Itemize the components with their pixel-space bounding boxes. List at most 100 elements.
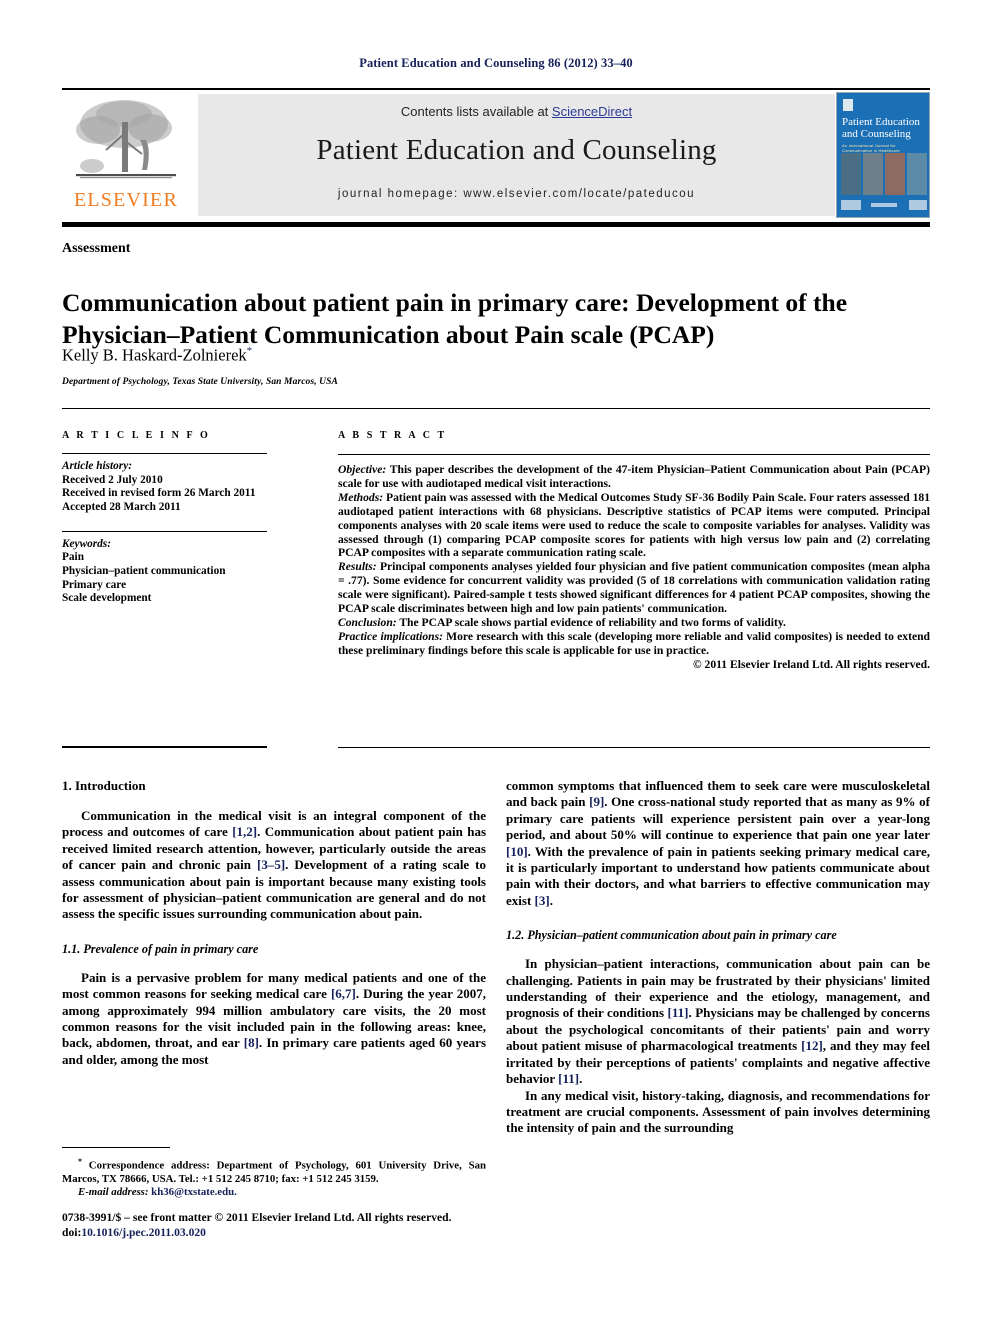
section-heading-physician-patient-communication: 1.2. Physician–patient communication abo… xyxy=(506,928,837,943)
email-link[interactable]: kh36@txstate.edu. xyxy=(148,1186,237,1198)
cover-logo-left xyxy=(841,200,861,210)
article-history-label: Article history: xyxy=(62,460,132,473)
journal-cover-thumbnail[interactable]: Patient Education and Counseling An Inte… xyxy=(836,92,930,218)
abstract-conclusion-label: Conclusion: xyxy=(338,615,397,629)
doi-line: doi:10.1016/j.pec.2011.03.020 xyxy=(62,1226,562,1241)
author-correspondence-marker: * xyxy=(246,345,253,357)
contents-lists-prefix: Contents lists available at xyxy=(400,104,552,119)
keywords-divider xyxy=(62,530,267,532)
text-run: . xyxy=(579,1071,583,1087)
abstract-objective-label: Objective: xyxy=(338,463,387,476)
article-history-item: Received 2 July 2010 xyxy=(62,473,163,486)
abstract-rule-top xyxy=(62,408,930,410)
body-column-left: 1. Introduction Communication in the med… xyxy=(62,778,486,1068)
cover-title: Patient Education and Counseling xyxy=(842,116,920,140)
citation-ref[interactable]: [6,7] xyxy=(331,986,356,1001)
cover-photo-4 xyxy=(907,153,927,195)
citation-ref[interactable]: [9] xyxy=(589,794,604,809)
correspondence-note: * Correspondence address: Department of … xyxy=(62,1155,486,1186)
article-history-item: Received in revised form 26 March 2011 xyxy=(62,487,256,500)
text-run: . xyxy=(549,892,553,908)
keyword-item: Scale development xyxy=(62,592,152,605)
citation-ref[interactable]: [3–5] xyxy=(257,857,285,872)
cover-photo-strip xyxy=(841,153,927,195)
abstract-rule-bottom xyxy=(338,747,930,749)
cover-photo-3 xyxy=(885,153,905,195)
abstract-methods-label: Methods: xyxy=(338,490,384,504)
article-info-heading: A R T I C L E I N F O xyxy=(62,430,211,441)
journal-article-page: Patient Education and Counseling 86 (201… xyxy=(0,0,992,1323)
journal-homepage[interactable]: journal homepage: www.elsevier.com/locat… xyxy=(198,188,835,200)
paragraph-prevalence-1: Pain is a pervasive problem for many med… xyxy=(62,970,486,1068)
journal-title: Patient Education and Counseling xyxy=(316,134,717,166)
footnote-rule xyxy=(62,1147,170,1149)
issn-copyright-line: 0738-3991/$ – see front matter © 2011 El… xyxy=(62,1211,452,1224)
abstract-results: Results: Principal components analyses y… xyxy=(338,560,930,616)
cover-logo-center xyxy=(871,203,897,207)
abstract-objective-text: This paper describes the development of … xyxy=(338,463,930,490)
keywords-block: Keywords: Pain Physician–patient communi… xyxy=(62,538,267,606)
author-name: Kelly B. Haskard-Zolnierek xyxy=(62,345,247,365)
paragraph-intro-1: Communication in the medical visit is an… xyxy=(62,808,486,923)
abstract-implications: Practice implications: More research wit… xyxy=(338,630,930,658)
cover-subtitle: An International Journal for Communicati… xyxy=(842,143,900,153)
elsevier-wordmark: ELSEVIER xyxy=(73,189,179,211)
elsevier-logo: ELSEVIER xyxy=(62,94,190,216)
keyword-item: Primary care xyxy=(62,578,127,591)
section-heading-introduction: 1. Introduction xyxy=(62,778,146,793)
email-label: E-mail address: xyxy=(78,1186,149,1198)
correspondence-text: Correspondence address: Department of Ps… xyxy=(62,1159,486,1185)
citation-ref[interactable]: [1,2] xyxy=(232,824,257,839)
sciencedirect-link[interactable]: ScienceDirect xyxy=(552,104,632,119)
author-affiliation: Department of Psychology, Texas State Un… xyxy=(62,377,338,387)
section-heading-prevalence: 1.1. Prevalence of pain in primary care xyxy=(62,941,259,956)
keywords-label: Keywords: xyxy=(62,537,111,550)
page-title: Communication about patient pain in prim… xyxy=(62,288,848,350)
keyword-item: Pain xyxy=(62,551,84,564)
cover-logo-right xyxy=(909,200,927,210)
email-note: E-mail address: kh36@txstate.edu. xyxy=(62,1186,486,1199)
text-run: . With the prevalence of pain in patient… xyxy=(506,843,930,908)
author-list: Kelly B. Haskard-Zolnierek* xyxy=(62,345,252,366)
body-column-right: common symptoms that influenced them to … xyxy=(506,778,930,1137)
article-info-divider xyxy=(62,453,267,455)
footnote-block: * Correspondence address: Department of … xyxy=(62,1155,486,1199)
abstract-body: Objective: This paper describes the deve… xyxy=(338,463,930,672)
article-info-rule-bottom xyxy=(62,746,267,749)
citation-ref[interactable]: [8] xyxy=(244,1035,259,1050)
contents-lists-line: Contents lists available at ScienceDirec… xyxy=(198,104,835,119)
abstract-results-label: Results: xyxy=(338,560,377,574)
sciencedirect-band: Contents lists available at ScienceDirec… xyxy=(198,94,835,216)
citation-ref[interactable]: [11] xyxy=(558,1071,579,1086)
citation-ref[interactable]: [3] xyxy=(535,893,550,908)
abstract-implications-label: Practice implications: xyxy=(338,629,443,643)
colophon-block: 0738-3991/$ – see front matter © 2011 El… xyxy=(62,1211,562,1240)
elsevier-tree-icon xyxy=(76,100,176,179)
article-section-kicker: Assessment xyxy=(62,241,131,256)
cover-society-logos xyxy=(841,199,927,213)
article-info-column: A R T I C L E I N F O Article history: R… xyxy=(62,430,267,606)
header-rule-top xyxy=(62,88,930,90)
running-head: Patient Education and Counseling 86 (201… xyxy=(359,56,633,70)
abstract-column: A B S T R A C T Objective: This paper de… xyxy=(338,430,930,672)
citation-ref[interactable]: [12] xyxy=(801,1038,823,1053)
doi-prefix: doi: xyxy=(62,1225,82,1239)
citation-ref[interactable]: [11] xyxy=(668,1005,689,1020)
journal-masthead: ELSEVIER Contents lists available at Sci… xyxy=(62,92,930,218)
abstract-results-text: Principal components analyses yielded fo… xyxy=(338,560,930,616)
abstract-copyright: © 2011 Elsevier Ireland Ltd. All rights … xyxy=(693,657,930,671)
abstract-divider xyxy=(338,454,930,455)
cover-elsevier-mark-icon xyxy=(843,99,853,111)
masthead-rule-bottom xyxy=(62,222,930,227)
keyword-item: Physician–patient communication xyxy=(62,564,226,577)
cover-photo-1 xyxy=(841,153,861,195)
citation-ref[interactable]: [10] xyxy=(506,844,528,859)
abstract-conclusion: Conclusion: The PCAP scale shows partial… xyxy=(338,616,930,630)
doi-link[interactable]: 10.1016/j.pec.2011.03.020 xyxy=(81,1226,206,1239)
abstract-objective: Objective: This paper describes the deve… xyxy=(338,463,930,491)
abstract-heading: A B S T R A C T xyxy=(338,430,447,441)
article-history-block: Article history: Received 2 July 2010 Re… xyxy=(62,460,267,514)
cover-photo-2 xyxy=(863,153,883,195)
paragraph-communication-1: In physician–patient interactions, commu… xyxy=(506,956,930,1087)
abstract-methods-text: Patient pain was assessed with the Medic… xyxy=(338,490,930,560)
